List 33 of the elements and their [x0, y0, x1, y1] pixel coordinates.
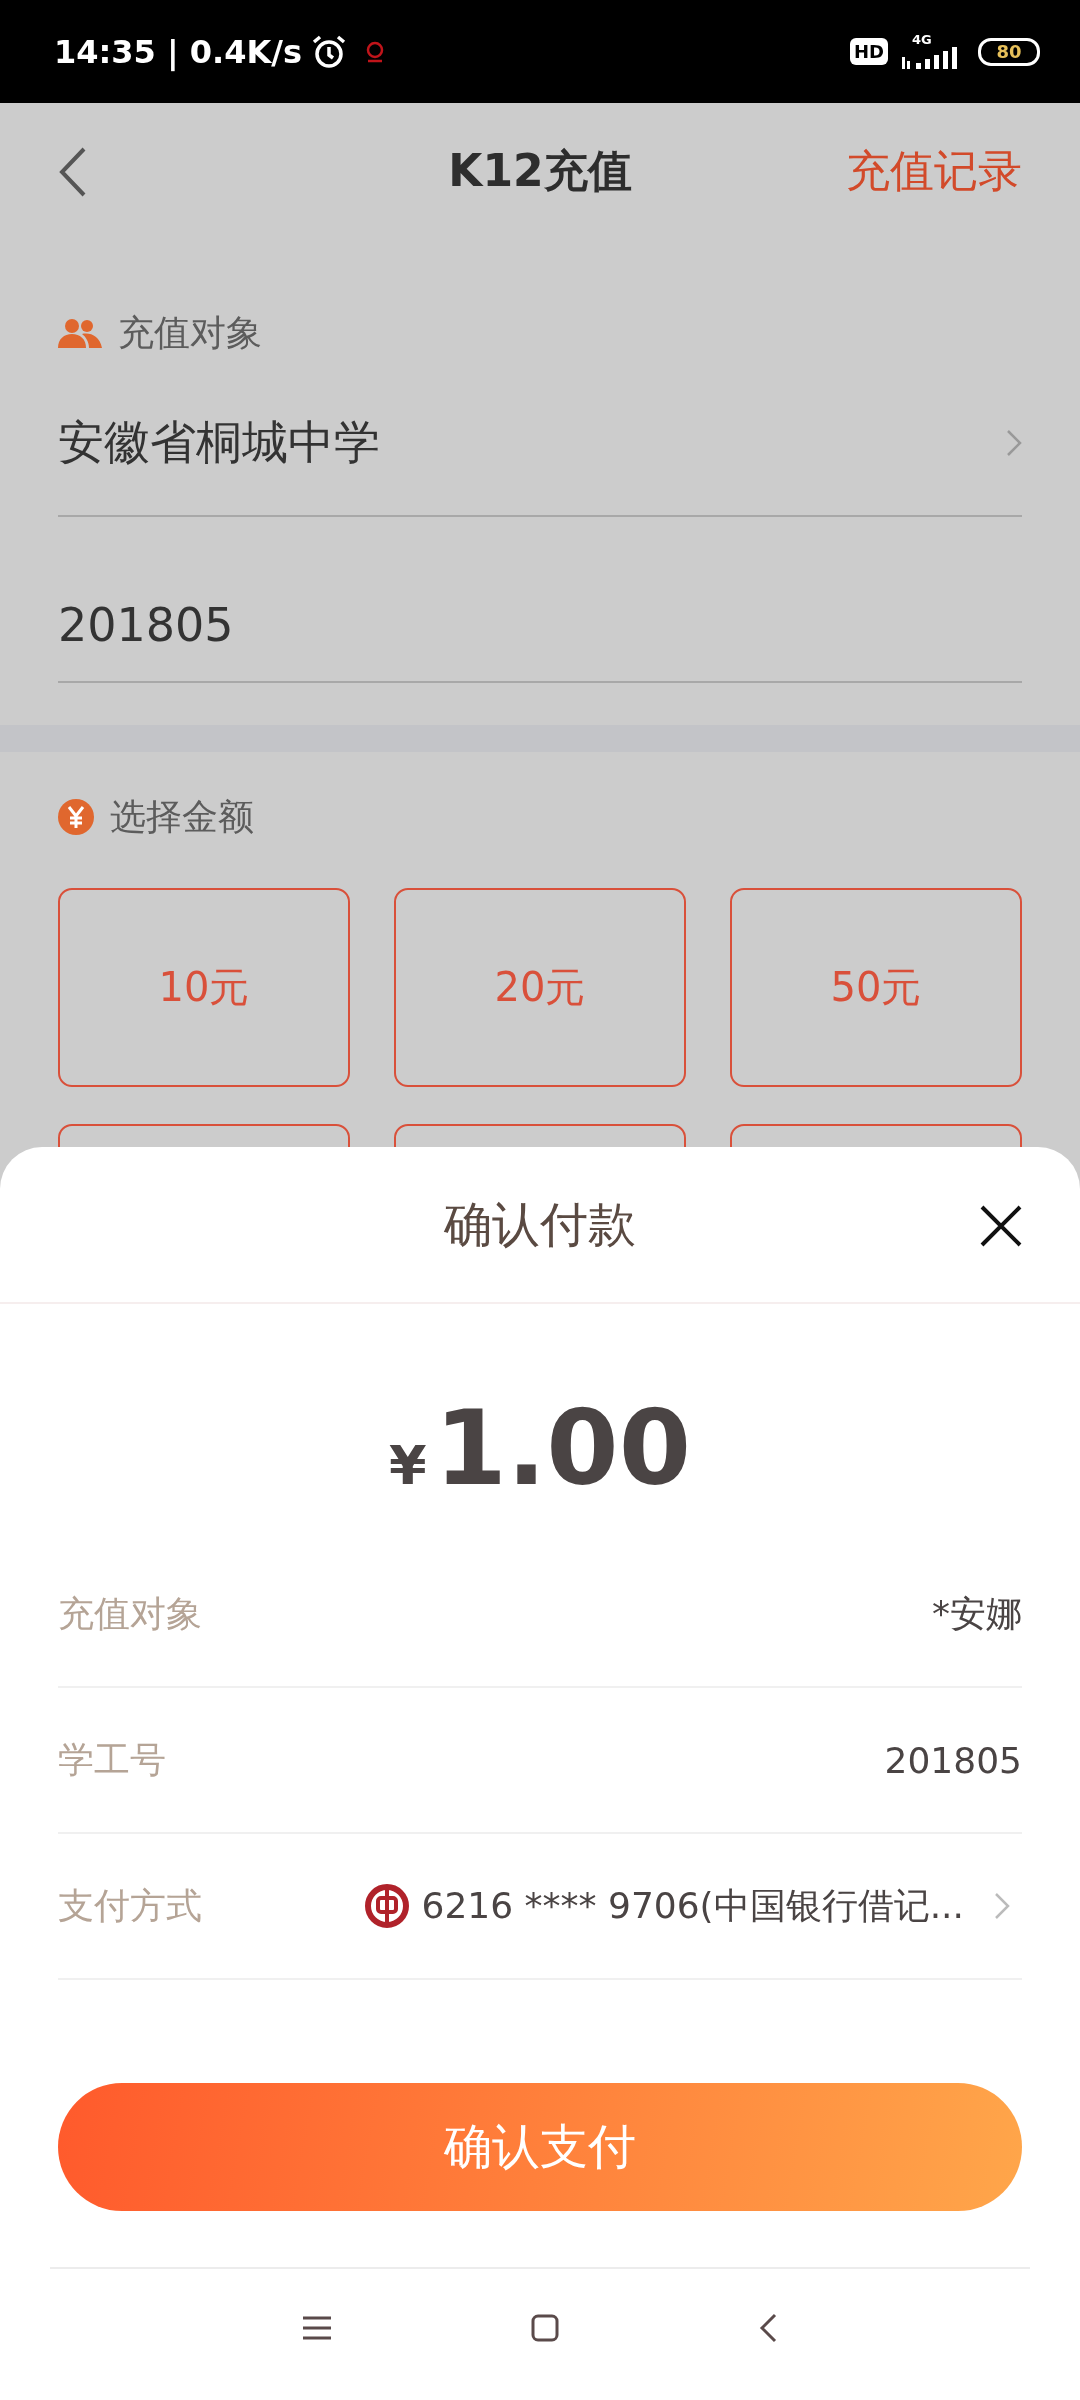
- currency-symbol: ¥: [388, 1434, 427, 1497]
- menu-icon[interactable]: [303, 2315, 331, 2340]
- status-time: 14:35 | 0.4K/s: [54, 32, 303, 71]
- confirm-payment-button[interactable]: 确认支付: [58, 2083, 1022, 2211]
- amount-option[interactable]: 10元: [58, 888, 350, 1087]
- yuan-coin-icon: [58, 799, 94, 835]
- detail-value: *安娜: [932, 1591, 1022, 1636]
- section-label: 选择金额: [110, 794, 254, 839]
- chevron-right-icon: [1006, 428, 1022, 457]
- sheet-title: 确认付款: [444, 1194, 636, 1254]
- school-field[interactable]: 安徽省桐城中学: [58, 370, 1022, 517]
- close-icon[interactable]: [980, 1205, 1022, 1247]
- recharge-history-link[interactable]: 充值记录: [846, 142, 1022, 201]
- back-icon[interactable]: [759, 2312, 777, 2343]
- detail-label: 支付方式: [58, 1883, 202, 1928]
- battery-level: 80: [978, 37, 1040, 66]
- bank-logo-icon: [363, 1883, 410, 1929]
- payment-amount: 1.00: [434, 1396, 692, 1500]
- section-label: 充值对象: [118, 310, 262, 355]
- network-type: 4G: [912, 32, 932, 47]
- amount-option[interactable]: 20元: [394, 888, 686, 1087]
- amount-option[interactable]: 50元: [730, 888, 1022, 1087]
- page-title: K12充值: [448, 144, 632, 198]
- detail-label: 充值对象: [58, 1591, 202, 1636]
- detail-value: 201805: [884, 1739, 1022, 1781]
- home-icon[interactable]: [531, 2313, 559, 2342]
- people-icon: [58, 318, 102, 348]
- detail-label: 学工号: [58, 1737, 166, 1782]
- chevron-right-icon: [994, 1892, 1010, 1920]
- payment-method[interactable]: 6216 **** 9706(中国银行借记...: [421, 1881, 964, 1931]
- back-icon[interactable]: [58, 145, 88, 198]
- hd-badge: HD: [850, 38, 888, 65]
- student-id-field[interactable]: 201805: [58, 517, 1022, 683]
